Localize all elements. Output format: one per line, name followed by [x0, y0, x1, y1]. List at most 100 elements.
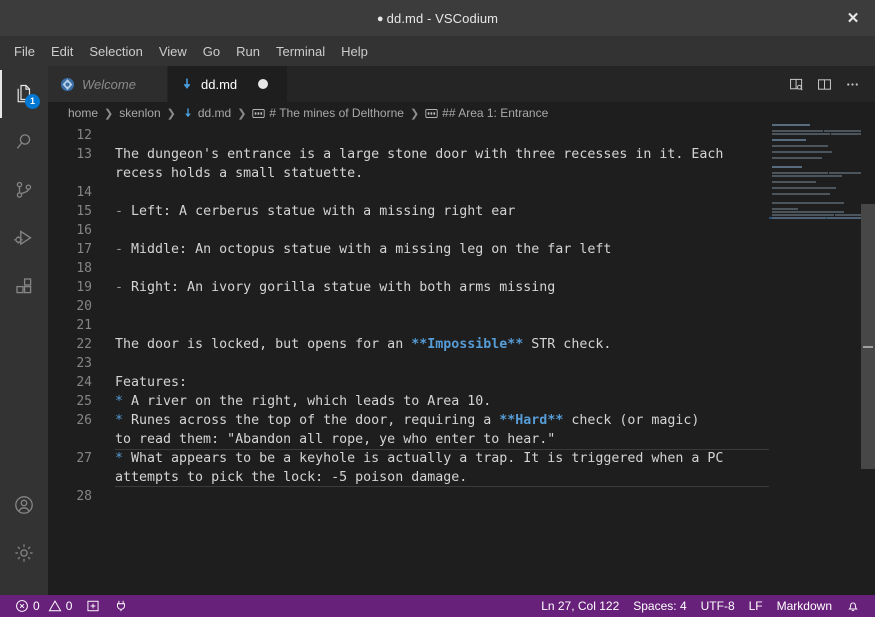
- line-content: [115, 316, 875, 335]
- line-number: 22: [48, 335, 115, 354]
- menu-run[interactable]: Run: [228, 41, 268, 62]
- tab-welcome[interactable]: Welcome: [48, 66, 168, 102]
- code-line[interactable]: 25* A river on the right, which leads to…: [48, 392, 875, 411]
- markdown-icon: [180, 77, 194, 92]
- status-ports[interactable]: [107, 595, 135, 617]
- search-icon: [12, 130, 36, 154]
- error-icon: [15, 599, 29, 613]
- line-content: [115, 259, 875, 278]
- status-new-terminal[interactable]: [79, 595, 107, 617]
- sidebar-item-source-control[interactable]: [0, 166, 48, 214]
- breadcrumb-item-skenlon[interactable]: skenlon: [118, 106, 161, 120]
- code-line[interactable]: 18: [48, 259, 875, 278]
- warning-count: 0: [66, 599, 73, 613]
- breadcrumb-item-heading-1[interactable]: # The mines of Delthorne: [251, 106, 405, 120]
- title-bar: ●dd.md - VSCodium ✕: [0, 0, 875, 36]
- code-line[interactable]: 17- Middle: An octopus statue with a mis…: [48, 240, 875, 259]
- status-problems[interactable]: 0 0: [8, 595, 79, 617]
- open-preview-to-side-button[interactable]: [783, 71, 809, 97]
- menu-file[interactable]: File: [6, 41, 43, 62]
- code-line[interactable]: 20: [48, 297, 875, 316]
- status-bar-left: 0 0: [0, 595, 135, 617]
- code-token: check (or magic): [563, 413, 699, 428]
- minimap-line: [769, 172, 861, 174]
- status-encoding[interactable]: UTF-8: [694, 595, 742, 617]
- minimap-segment: [772, 151, 832, 153]
- menu-view[interactable]: View: [151, 41, 195, 62]
- tab-dd-md[interactable]: dd.md: [168, 66, 288, 102]
- line-content: [115, 354, 875, 373]
- more-actions-button[interactable]: [839, 71, 865, 97]
- code-line[interactable]: 28: [48, 487, 875, 506]
- breadcrumb-item-heading-2[interactable]: ## Area 1: Entrance: [424, 106, 549, 120]
- minimap-line: [769, 193, 861, 195]
- code-line[interactable]: 13The dungeon's entrance is a large ston…: [48, 145, 875, 164]
- line-content: [115, 221, 875, 240]
- minimap-segment: [772, 214, 834, 216]
- minimap-line: [769, 175, 861, 177]
- line-content: The door is locked, but opens for an **I…: [115, 335, 875, 354]
- code-token-bold: **Hard**: [499, 413, 563, 428]
- status-cursor-position[interactable]: Ln 27, Col 122: [534, 595, 626, 617]
- vscodium-logo-icon: [60, 77, 75, 92]
- code-line[interactable]: 14: [48, 183, 875, 202]
- menu-selection[interactable]: Selection: [81, 41, 150, 62]
- code-line[interactable]: 16: [48, 221, 875, 240]
- line-number: 27: [48, 449, 115, 468]
- code-line[interactable]: 19- Right: An ivory gorilla statue with …: [48, 278, 875, 297]
- scrollbar-thumb[interactable]: [861, 204, 875, 469]
- settings-button[interactable]: [0, 529, 48, 577]
- code-line[interactable]: 15- Left: A cerberus statue with a missi…: [48, 202, 875, 221]
- tab-dirty-indicator-icon[interactable]: [258, 79, 268, 89]
- minimap-segment: [772, 175, 842, 177]
- code-line[interactable]: 24Features:: [48, 373, 875, 392]
- code-token: The door is locked, but opens for an: [115, 337, 411, 352]
- code-line[interactable]: 12: [48, 126, 875, 145]
- status-indentation[interactable]: Spaces: 4: [626, 595, 693, 617]
- menu-edit[interactable]: Edit: [43, 41, 81, 62]
- window-close-button[interactable]: ✕: [831, 0, 875, 36]
- breadcrumb-item-file[interactable]: dd.md: [181, 106, 232, 120]
- code-line[interactable]: 23: [48, 354, 875, 373]
- sidebar-item-run-and-debug[interactable]: [0, 214, 48, 262]
- code-token: to read them: "Abandon all rope, ye who …: [115, 432, 555, 447]
- minimap-line: [769, 154, 861, 156]
- menu-help[interactable]: Help: [333, 41, 376, 62]
- minimap-line: [769, 211, 861, 213]
- split-editor-right-button[interactable]: [811, 71, 837, 97]
- minimap-segment: [772, 217, 826, 219]
- minimap-line: [769, 187, 861, 189]
- tab-dd-md-label: dd.md: [201, 77, 237, 92]
- scrollbar-cursor-marker: [863, 346, 873, 348]
- explorer-badge: 1: [25, 94, 40, 109]
- breadcrumb-item-home[interactable]: home: [67, 106, 99, 120]
- workbench-body: 1: [0, 66, 875, 595]
- code-line[interactable]: 21: [48, 316, 875, 335]
- minimap-line: [769, 196, 861, 198]
- code-token: The dungeon's entrance is a large stone …: [115, 147, 723, 162]
- menu-terminal[interactable]: Terminal: [268, 41, 333, 62]
- editor-vertical-scrollbar[interactable]: [861, 124, 875, 595]
- preview-side-icon: [788, 76, 805, 93]
- gear-icon: [12, 541, 36, 565]
- code-token: Right: An ivory gorilla statue with both…: [123, 280, 555, 295]
- code-line[interactable]: 27* What appears to be a keyhole is actu…: [48, 449, 875, 468]
- sidebar-item-explorer[interactable]: 1: [0, 70, 48, 118]
- minimap[interactable]: [769, 124, 861, 595]
- code-token: Runes across the top of the door, requir…: [123, 413, 499, 428]
- menu-go[interactable]: Go: [195, 41, 228, 62]
- accounts-button[interactable]: [0, 481, 48, 529]
- status-eol[interactable]: LF: [742, 595, 770, 617]
- status-language-mode[interactable]: Markdown: [770, 595, 839, 617]
- status-notifications[interactable]: [839, 595, 867, 617]
- code-line[interactable]: 22The door is locked, but opens for an *…: [48, 335, 875, 354]
- sidebar-item-extensions[interactable]: [0, 262, 48, 310]
- bell-icon: [846, 599, 860, 613]
- code-text[interactable]: 12 13The dungeon's entrance is a large s…: [48, 124, 875, 595]
- minimap-line: [769, 178, 861, 180]
- breadcrumb: home ❯ skenlon ❯ dd.md ❯: [48, 102, 875, 124]
- code-line[interactable]: 26* Runes across the top of the door, re…: [48, 411, 875, 430]
- editor-viewport[interactable]: 12 13The dungeon's entrance is a large s…: [48, 124, 875, 595]
- sidebar-item-search[interactable]: [0, 118, 48, 166]
- code-token-star: *: [115, 394, 123, 409]
